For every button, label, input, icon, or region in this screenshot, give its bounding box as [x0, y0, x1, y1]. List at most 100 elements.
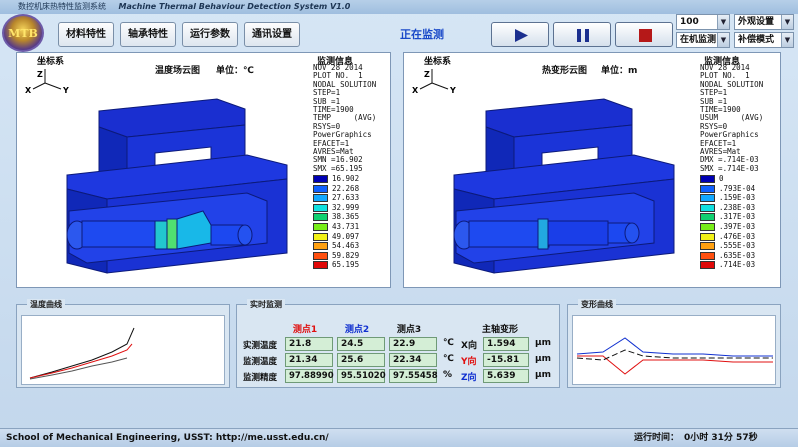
x-direction-label: X向: [461, 341, 477, 351]
chevron-down-icon[interactable]: ▼: [781, 33, 793, 47]
legend-value: 59.829: [332, 250, 360, 260]
deform-info-text: NOV 28 2014 PLOT NO. 1 NODAL SOLUTION ST…: [700, 63, 764, 173]
legend-value: .714E-03: [719, 260, 756, 270]
legend-swatch: [700, 213, 715, 222]
temperature-curve-plot: [21, 315, 225, 385]
sample-rate-select[interactable]: 100 ▼: [676, 14, 730, 30]
play-button[interactable]: [491, 22, 549, 47]
temperature-curve-title: 温度曲线: [27, 299, 65, 310]
pause-button[interactable]: [553, 22, 611, 47]
unit-micron: μm: [535, 338, 552, 348]
thermal-model-render: [66, 98, 288, 274]
deformation-field-panel: 坐标系 热变形云图 单位：m 监测信息 Z X Y NOV 28 2014 PL…: [403, 52, 781, 288]
comm-settings-button[interactable]: 通讯设置: [244, 22, 300, 47]
monitor-mode-select[interactable]: 在机监测 ▼: [676, 32, 730, 48]
runtime-label: 运行时间：: [634, 433, 680, 443]
logo-text: MTB: [8, 27, 38, 40]
legend-value: .555E-03: [719, 241, 756, 251]
chevron-down-icon[interactable]: ▼: [717, 15, 729, 29]
monitored-temp-p2: 25.6: [337, 353, 385, 367]
accuracy-p2: 95.51020: [337, 369, 386, 383]
legend-swatch: [313, 232, 328, 241]
run-parameters-button[interactable]: 运行参数: [182, 22, 238, 47]
monitored-temp-p1: 21.34: [285, 353, 333, 367]
monitored-temp-p3: 22.34: [389, 353, 437, 367]
deformation-curve-title: 变形曲线: [578, 299, 616, 310]
material-properties-button[interactable]: 材料特性: [58, 22, 114, 47]
legend-value: 65.195: [332, 260, 360, 270]
school-info: School of Mechanical Engineering, USST: …: [6, 433, 329, 443]
accuracy-p1: 97.88990: [285, 369, 334, 383]
legend-swatch: [313, 261, 328, 270]
appearance-settings-select[interactable]: 外观设置 ▼: [734, 14, 794, 30]
app-window: 数控机床热特性监测系统 Machine Thermal Behaviour De…: [0, 0, 798, 447]
legend-swatch: [313, 242, 328, 251]
point2-header: 测点2: [344, 325, 370, 335]
appearance-settings-value: 外观设置: [738, 17, 775, 27]
coord-system-label: 坐标系: [424, 57, 452, 67]
spindle-deform-x: 1.594: [483, 337, 529, 351]
y-direction-label: Y向: [461, 357, 477, 367]
monitor-mode-value: 在机监测: [680, 35, 717, 45]
legend-swatch: [700, 242, 715, 251]
row-label-measured: 实测温度: [243, 341, 278, 351]
title-bar: 数控机床热特性监测系统 Machine Thermal Behaviour De…: [0, 0, 798, 14]
legend-value: .793E-04: [719, 183, 756, 193]
app-logo: MTB: [2, 14, 44, 52]
row-label-accuracy: 监测精度: [243, 373, 278, 383]
legend-swatch: [313, 213, 328, 222]
play-icon: [515, 29, 528, 42]
legend-swatch: [700, 203, 715, 212]
deform-legend: 0.793E-04.159E-03.238E-03.317E-03.397E-0…: [700, 174, 778, 275]
thermal-field-panel: 坐标系 温度场云图 单位：℃ 监测信息 Z X Y NOV 28 2014 PL…: [16, 52, 391, 288]
legend-swatch: [313, 175, 328, 183]
legend-value: .317E-03: [719, 212, 756, 222]
unit-celsius: ℃: [443, 354, 454, 364]
legend-swatch: [700, 194, 715, 203]
legend-value: .159E-03: [719, 193, 756, 203]
sample-rate-value: 100: [680, 17, 699, 27]
unit-micron: μm: [535, 354, 552, 364]
deformation-curve-plot: [572, 315, 776, 385]
legend-value: 0: [719, 174, 724, 183]
legend-swatch: [700, 261, 715, 270]
legend-value: .635E-03: [719, 250, 756, 260]
compensation-mode-select[interactable]: 补偿模式 ▼: [734, 32, 794, 48]
deformation-curve-box: 变形曲线: [567, 299, 781, 388]
legend-value: 49.097: [332, 231, 360, 241]
legend-swatch: [313, 251, 328, 260]
thermal-info-text: NOV 28 2014 PLOT NO. 1 NODAL SOLUTION ST…: [313, 63, 377, 173]
legend-swatch: [700, 184, 715, 193]
stop-button[interactable]: [615, 22, 673, 47]
accuracy-p3: 97.55458: [389, 369, 438, 383]
legend-value: 27.633: [332, 193, 360, 203]
status-bar: School of Mechanical Engineering, USST: …: [0, 428, 798, 447]
coord-system-label: 坐标系: [37, 57, 65, 67]
deformation-curve-chart: [576, 337, 773, 375]
legend-value: 32.999: [332, 202, 360, 212]
runtime-value: 0小时 31分 57秒: [684, 433, 758, 443]
legend-swatch: [700, 223, 715, 231]
point1-header: 测点1: [292, 325, 318, 335]
legend-value: 22.268: [332, 183, 360, 193]
bearing-properties-button[interactable]: 轴承特性: [120, 22, 176, 47]
row-label-monitored: 监测温度: [243, 357, 278, 367]
legend-value: .238E-03: [719, 202, 756, 212]
measured-temp-p3: 22.9: [389, 337, 437, 351]
compensation-mode-value: 补偿模式: [738, 35, 775, 45]
unit-micron: μm: [535, 370, 552, 380]
chevron-down-icon[interactable]: ▼: [717, 33, 729, 47]
spindle-deform-y: -15.81: [483, 353, 529, 367]
realtime-monitor-box: 实时监测 测点1 测点2 测点3 主轴变形 实测温度 监测温度 监测精度 21.…: [236, 299, 560, 388]
stop-icon: [639, 29, 652, 42]
legend-swatch: [313, 194, 328, 203]
window-title-cn: 数控机床热特性监测系统: [18, 2, 106, 11]
chevron-down-icon[interactable]: ▼: [781, 15, 793, 29]
legend-swatch: [313, 223, 328, 231]
point3-header: 测点3: [396, 325, 422, 335]
legend-value: .476E-03: [719, 231, 756, 241]
unit-celsius: ℃: [443, 338, 454, 348]
legend-swatch: [700, 251, 715, 260]
legend-value: 54.463: [332, 241, 360, 251]
temperature-curve-box: 温度曲线: [16, 299, 230, 388]
